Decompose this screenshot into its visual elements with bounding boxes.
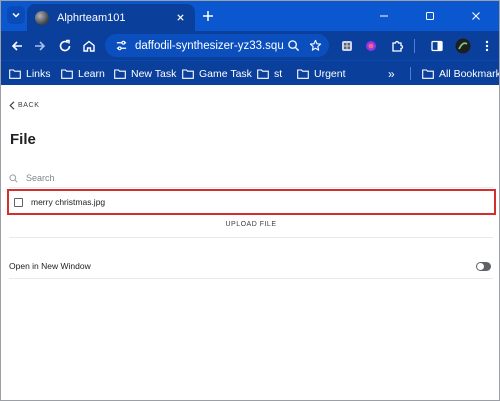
extension-button[interactable] — [337, 36, 357, 56]
minimize-button[interactable] — [361, 1, 407, 31]
tab-title: Alphrteam101 — [57, 11, 126, 24]
side-panel-button[interactable] — [427, 36, 447, 56]
bookmark-star-icon[interactable] — [307, 38, 323, 54]
reload-button[interactable] — [55, 36, 75, 56]
puzzle-icon — [392, 40, 404, 52]
profile-button[interactable] — [453, 36, 473, 56]
site-info-icon[interactable] — [113, 38, 129, 54]
kebab-menu-icon — [485, 40, 489, 52]
plus-icon — [203, 11, 213, 21]
browser-toolbar: daffodil-synthesizer-yz33.squ... — [1, 31, 499, 60]
bookmarks-bar: Links Learn New Task Game Task st Urgent — [1, 60, 499, 85]
file-name: merry christmas.jpg — [31, 197, 106, 207]
toolbar-divider — [414, 39, 415, 53]
chevron-left-icon — [9, 101, 15, 110]
back-nav-button[interactable] — [7, 36, 27, 56]
upload-file-button[interactable]: UPLOAD FILE — [1, 221, 499, 228]
url-text: daffodil-synthesizer-yz33.squ... — [135, 39, 285, 52]
folder-icon — [114, 68, 126, 79]
bookmark-label: Game Task — [199, 67, 252, 80]
bookmark-folder-links[interactable]: Links — [9, 65, 51, 82]
bookmark-label: Urgent — [314, 67, 346, 80]
file-list-item[interactable]: merry christmas.jpg — [7, 189, 496, 215]
more-bookmarks-icon: » — [388, 66, 395, 81]
browser-menu-button[interactable] — [477, 36, 497, 56]
bookmark-label: Links — [26, 67, 51, 80]
folder-icon — [182, 68, 194, 79]
open-in-new-window-label: Open in New Window — [9, 261, 91, 271]
bookmark-label: st — [274, 67, 283, 80]
grid-extension-icon — [342, 41, 352, 51]
bookmarks-divider — [410, 67, 411, 80]
chevron-down-icon — [12, 12, 20, 18]
favicon-icon — [35, 10, 49, 25]
forward-nav-button[interactable] — [30, 36, 50, 56]
search-row — [9, 170, 493, 186]
close-tab-button[interactable] — [173, 11, 187, 25]
browser-window: Alphrteam101 daffodil-synthesizer-yz33.s… — [0, 0, 500, 401]
folder-icon — [9, 68, 21, 79]
window-controls — [361, 1, 499, 31]
avatar-icon — [455, 38, 471, 54]
arrow-right-icon — [35, 41, 46, 51]
folder-icon — [257, 68, 269, 79]
close-icon — [176, 14, 184, 21]
back-button[interactable]: BACK — [9, 101, 39, 110]
close-icon — [472, 12, 480, 20]
folder-icon — [297, 68, 309, 79]
search-icon — [9, 173, 18, 183]
address-bar[interactable]: daffodil-synthesizer-yz33.squ... — [105, 34, 329, 57]
home-button[interactable] — [79, 36, 99, 56]
minimize-icon — [380, 15, 388, 17]
search-divider — [9, 187, 493, 188]
reload-icon — [59, 39, 71, 52]
home-icon — [83, 40, 95, 52]
open-in-new-window-toggle[interactable] — [476, 261, 491, 271]
bookmark-label: New Task — [131, 67, 177, 80]
bookmark-folder-learn[interactable]: Learn — [61, 65, 105, 82]
tab-search-button[interactable] — [7, 6, 25, 24]
file-checkbox[interactable] — [14, 197, 23, 207]
browser-chrome: Alphrteam101 daffodil-synthesizer-yz33.s… — [1, 1, 499, 85]
all-bookmarks-button[interactable]: All Bookmarks — [422, 65, 500, 82]
bookmark-folder-urgent[interactable]: Urgent — [297, 65, 346, 82]
more-bookmarks-button[interactable]: » — [388, 65, 395, 82]
folder-icon — [61, 68, 73, 79]
extensions-menu-button[interactable] — [387, 36, 407, 56]
folder-icon — [422, 68, 434, 79]
bottom-divider — [9, 278, 493, 279]
new-tab-button[interactable] — [199, 7, 217, 25]
page-title: File — [10, 131, 36, 148]
bookmark-label: Learn — [78, 67, 105, 80]
all-bookmarks-label: All Bookmarks — [439, 67, 500, 80]
close-window-button[interactable] — [453, 1, 499, 31]
bookmark-folder-st[interactable]: st — [257, 65, 282, 82]
page-content: BACK File merry christmas.jpg UPLOAD FIL… — [1, 86, 499, 400]
browser-tab[interactable]: Alphrteam101 — [27, 4, 195, 31]
arrow-left-icon — [11, 41, 22, 51]
bookmark-folder-new-task[interactable]: New Task — [114, 65, 176, 82]
colorful-extension-icon — [366, 41, 376, 51]
side-panel-icon — [431, 40, 443, 52]
bookmark-folder-game-task[interactable]: Game Task — [182, 65, 252, 82]
search-input[interactable] — [26, 173, 326, 183]
zoom-icon[interactable] — [285, 38, 301, 54]
tab-strip: Alphrteam101 — [1, 1, 499, 31]
upload-file-label: UPLOAD FILE — [225, 221, 277, 228]
maximize-icon — [426, 12, 434, 20]
maximize-button[interactable] — [407, 1, 453, 31]
open-in-new-window-setting: Open in New Window — [9, 256, 493, 276]
back-label: BACK — [18, 102, 40, 109]
section-divider — [9, 237, 493, 238]
extension-button[interactable] — [361, 36, 381, 56]
